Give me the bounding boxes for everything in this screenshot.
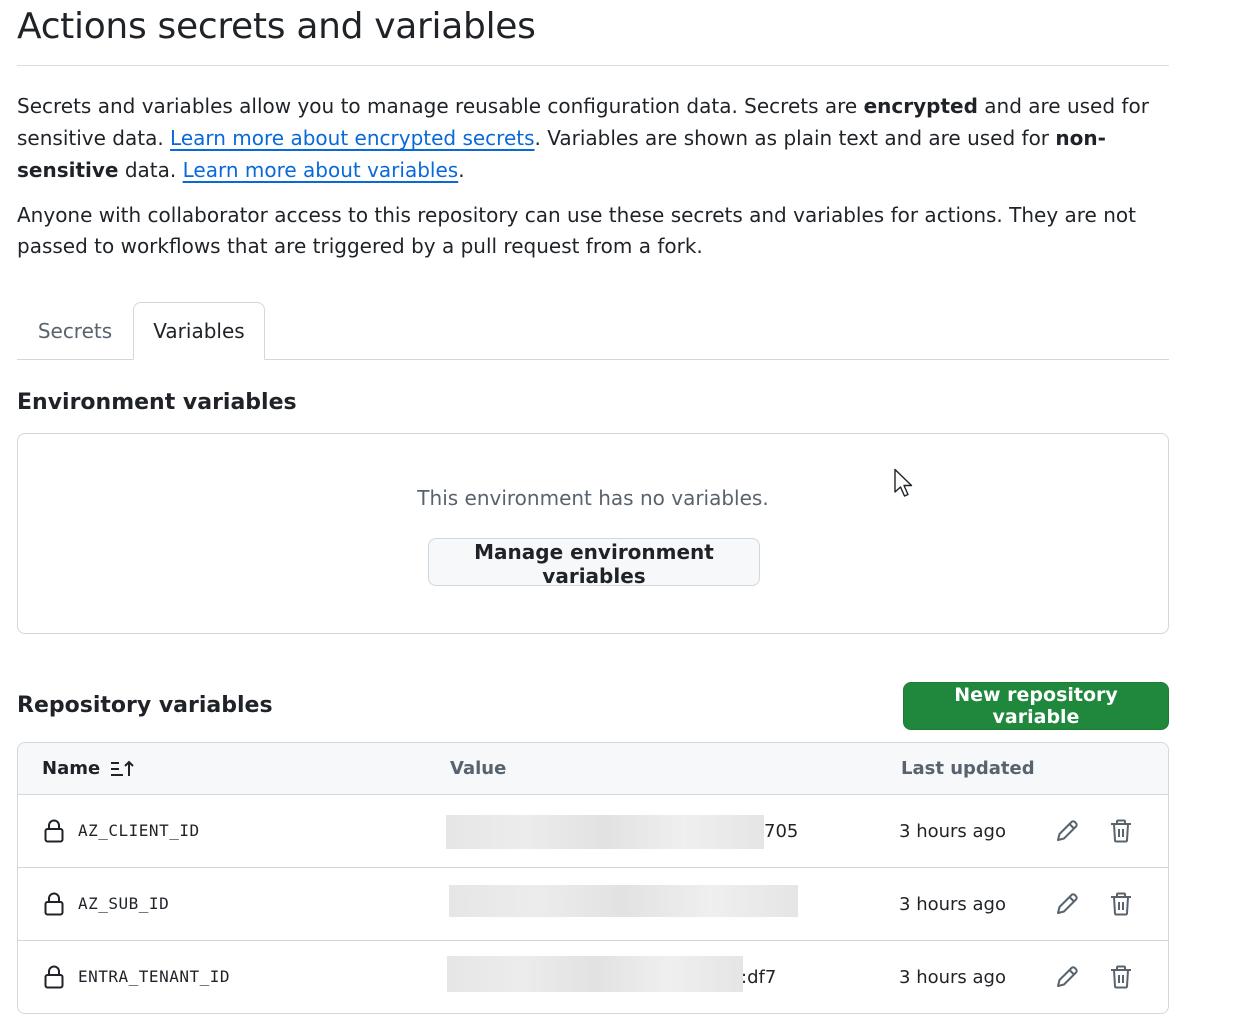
pencil-icon[interactable] bbox=[1053, 963, 1081, 991]
redacted-value bbox=[447, 956, 743, 992]
intro-text: . bbox=[458, 158, 465, 182]
column-header-value: Value bbox=[450, 758, 507, 779]
trash-icon[interactable] bbox=[1107, 890, 1135, 918]
variable-name: AZ_CLIENT_ID bbox=[78, 821, 200, 840]
last-updated: 3 hours ago bbox=[899, 821, 1006, 842]
variable-value: :df7 bbox=[741, 967, 777, 988]
page-title: Actions secrets and variables bbox=[17, 6, 536, 47]
column-header-last-updated: Last updated bbox=[901, 758, 1035, 779]
page: Actions secrets and variables Secrets an… bbox=[0, 0, 1241, 1024]
collaborator-note: Anyone with collaborator access to this … bbox=[17, 203, 1136, 258]
intro-paragraph: Secrets and variables allow you to manag… bbox=[17, 90, 1169, 186]
learn-more-secrets-link[interactable]: Learn more about encrypted secrets bbox=[170, 126, 534, 150]
tab-bar: Secrets Variables bbox=[17, 302, 1169, 361]
table-row: AZ_CLIENT_ID 705 3 hours ago bbox=[18, 795, 1168, 868]
pencil-icon[interactable] bbox=[1053, 817, 1081, 845]
tab-variables[interactable]: Variables bbox=[133, 302, 265, 360]
repository-variables-heading: Repository variables bbox=[17, 693, 273, 718]
mouse-pointer-icon bbox=[893, 468, 915, 498]
intro-bold-encrypted: encrypted bbox=[863, 94, 978, 118]
intro-text: data. bbox=[118, 158, 183, 182]
intro-text: Secrets and variables allow you to manag… bbox=[17, 94, 864, 118]
pencil-icon[interactable] bbox=[1053, 890, 1081, 918]
learn-more-variables-link[interactable]: Learn more about variables bbox=[183, 158, 459, 182]
column-header-name[interactable]: Name bbox=[42, 758, 136, 779]
repository-variables-table: Name Value Last updated AZ_CLIENT_ID 705… bbox=[17, 742, 1169, 1014]
tab-secrets[interactable]: Secrets bbox=[17, 302, 133, 360]
sort-ascending-icon[interactable] bbox=[110, 759, 136, 779]
redacted-value bbox=[446, 815, 764, 849]
variable-name: AZ_SUB_ID bbox=[78, 894, 170, 913]
variable-value: 705 bbox=[764, 821, 799, 842]
lock-icon bbox=[44, 965, 64, 989]
lock-icon bbox=[44, 819, 64, 843]
trash-icon[interactable] bbox=[1107, 817, 1135, 845]
intro-text: . Variables are shown as plain text and … bbox=[534, 126, 1056, 150]
table-row: AZ_SUB_ID 3 hours ago bbox=[18, 868, 1168, 941]
title-divider bbox=[17, 65, 1169, 66]
empty-state-text: This environment has no variables. bbox=[417, 486, 769, 510]
last-updated: 3 hours ago bbox=[899, 967, 1006, 988]
trash-icon[interactable] bbox=[1107, 963, 1135, 991]
table-header: Name Value Last updated bbox=[18, 743, 1168, 795]
redacted-value bbox=[449, 885, 798, 917]
last-updated: 3 hours ago bbox=[899, 894, 1006, 915]
variable-name: ENTRA_TENANT_ID bbox=[78, 967, 230, 986]
environment-variables-panel: This environment has no variables. Manag… bbox=[17, 433, 1169, 634]
column-name-label: Name bbox=[42, 758, 101, 779]
new-repository-variable-button[interactable]: New repository variable bbox=[903, 682, 1169, 730]
manage-environment-variables-button[interactable]: Manage environment variables bbox=[428, 538, 760, 588]
lock-icon bbox=[44, 892, 64, 916]
environment-variables-heading: Environment variables bbox=[17, 390, 297, 415]
table-row: ENTRA_TENANT_ID :df7 3 hours ago bbox=[18, 941, 1168, 1013]
